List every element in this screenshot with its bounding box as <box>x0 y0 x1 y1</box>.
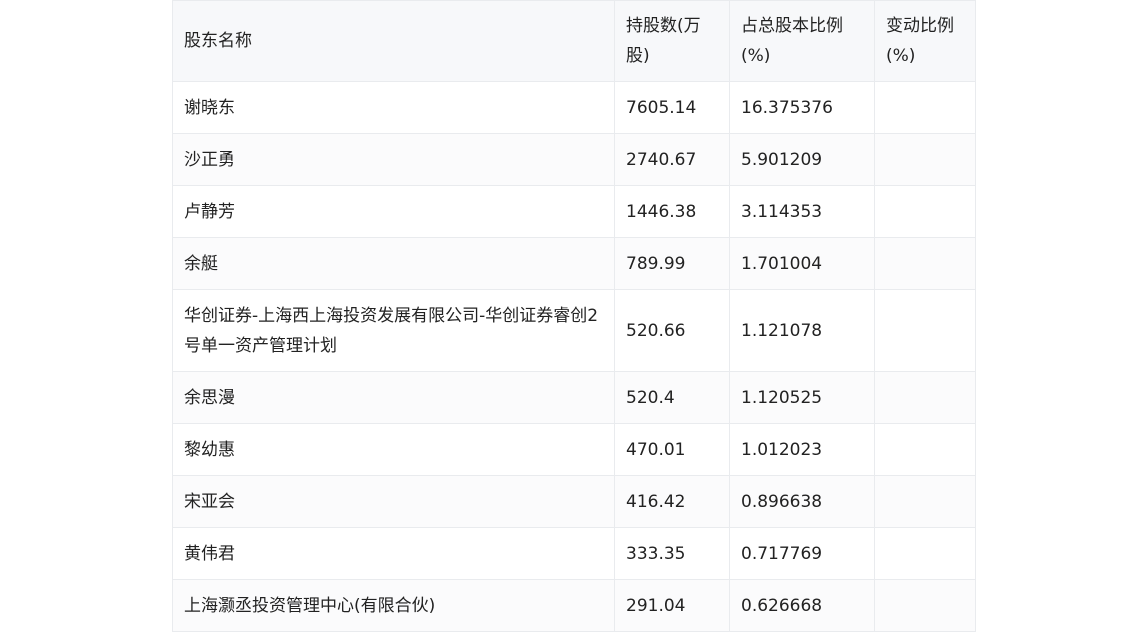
cell-shares-held: 520.66 <box>614 289 730 372</box>
cell-share-ratio: 1.120525 <box>729 371 875 424</box>
cell-shares-held: 789.99 <box>614 237 730 290</box>
cell-change-ratio <box>874 185 976 238</box>
cell-shareholder-name: 谢晓东 <box>172 81 615 134</box>
cell-change-ratio <box>874 475 976 528</box>
cell-change-ratio <box>874 289 976 372</box>
cell-change-ratio <box>874 81 976 134</box>
cell-shares-held: 1446.38 <box>614 185 730 238</box>
cell-share-ratio: 5.901209 <box>729 133 875 186</box>
shareholder-table: 股东名称 持股数(万股) 占总股本比例(%) 变动比例(%) 谢晓东 7605.… <box>172 0 976 632</box>
header-change-ratio: 变动比例(%) <box>874 0 976 82</box>
cell-change-ratio <box>874 237 976 290</box>
table-row: 黎幼惠 470.01 1.012023 <box>172 423 976 476</box>
cell-shareholder-name: 华创证券-上海西上海投资发展有限公司-华创证券睿创2号单一资产管理计划 <box>172 289 615 372</box>
cell-share-ratio: 16.375376 <box>729 81 875 134</box>
table-row: 宋亚会 416.42 0.896638 <box>172 475 976 528</box>
table-body: 谢晓东 7605.14 16.375376 沙正勇 2740.67 5.9012… <box>172 81 976 632</box>
cell-shareholder-name: 宋亚会 <box>172 475 615 528</box>
cell-share-ratio: 1.121078 <box>729 289 875 372</box>
cell-shareholder-name: 黄伟君 <box>172 527 615 580</box>
table-header: 股东名称 持股数(万股) 占总股本比例(%) 变动比例(%) <box>172 0 976 82</box>
table-row: 沙正勇 2740.67 5.901209 <box>172 133 976 186</box>
cell-share-ratio: 0.717769 <box>729 527 875 580</box>
cell-shareholder-name: 沙正勇 <box>172 133 615 186</box>
cell-shares-held: 520.4 <box>614 371 730 424</box>
table-row: 上海灏丞投资管理中心(有限合伙) 291.04 0.626668 <box>172 579 976 632</box>
cell-shareholder-name: 上海灏丞投资管理中心(有限合伙) <box>172 579 615 632</box>
header-shareholder-name: 股东名称 <box>172 0 615 82</box>
cell-shares-held: 2740.67 <box>614 133 730 186</box>
cell-share-ratio: 0.626668 <box>729 579 875 632</box>
cell-share-ratio: 3.114353 <box>729 185 875 238</box>
header-row: 股东名称 持股数(万股) 占总股本比例(%) 变动比例(%) <box>172 0 976 82</box>
cell-shares-held: 7605.14 <box>614 81 730 134</box>
cell-share-ratio: 1.012023 <box>729 423 875 476</box>
cell-share-ratio: 0.896638 <box>729 475 875 528</box>
cell-change-ratio <box>874 133 976 186</box>
header-share-ratio: 占总股本比例(%) <box>729 0 875 82</box>
cell-shareholder-name: 黎幼惠 <box>172 423 615 476</box>
table-row: 余艇 789.99 1.701004 <box>172 237 976 290</box>
cell-share-ratio: 1.701004 <box>729 237 875 290</box>
cell-change-ratio <box>874 423 976 476</box>
table-row: 余思漫 520.4 1.120525 <box>172 371 976 424</box>
table-row: 谢晓东 7605.14 16.375376 <box>172 81 976 134</box>
cell-change-ratio <box>874 579 976 632</box>
table-row: 华创证券-上海西上海投资发展有限公司-华创证券睿创2号单一资产管理计划 520.… <box>172 289 976 372</box>
cell-shares-held: 291.04 <box>614 579 730 632</box>
cell-shares-held: 470.01 <box>614 423 730 476</box>
table-row: 黄伟君 333.35 0.717769 <box>172 527 976 580</box>
header-shares-held: 持股数(万股) <box>614 0 730 82</box>
cell-shareholder-name: 余思漫 <box>172 371 615 424</box>
cell-shareholder-name: 余艇 <box>172 237 615 290</box>
cell-shares-held: 416.42 <box>614 475 730 528</box>
cell-shareholder-name: 卢静芳 <box>172 185 615 238</box>
shareholder-table-container: 股东名称 持股数(万股) 占总股本比例(%) 变动比例(%) 谢晓东 7605.… <box>172 0 976 632</box>
cell-change-ratio <box>874 371 976 424</box>
cell-shares-held: 333.35 <box>614 527 730 580</box>
cell-change-ratio <box>874 527 976 580</box>
table-row: 卢静芳 1446.38 3.114353 <box>172 185 976 238</box>
